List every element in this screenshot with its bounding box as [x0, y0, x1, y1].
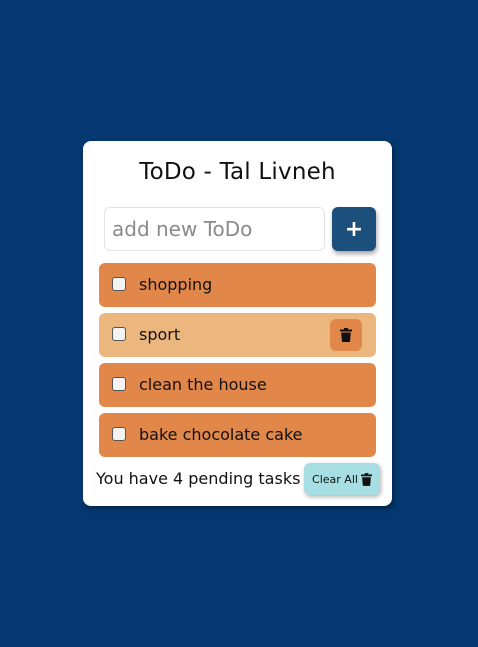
delete-task-button[interactable] [330, 319, 362, 351]
task-item[interactable]: clean the house [99, 363, 376, 407]
task-checkbox[interactable] [112, 327, 126, 341]
trash-icon [340, 328, 352, 342]
trash-icon [360, 472, 372, 486]
task-checkbox[interactable] [112, 427, 126, 441]
app-title: ToDo - Tal Livneh [139, 159, 336, 185]
task-item[interactable]: sport [99, 313, 376, 357]
add-todo-button[interactable]: + [332, 207, 376, 251]
task-item[interactable]: shopping [99, 263, 376, 307]
task-item[interactable]: bake chocolate cake [99, 413, 376, 457]
task-checkbox[interactable] [112, 277, 126, 291]
todo-card: ToDo - Tal Livneh + shopping sport clean… [83, 141, 392, 506]
task-label: clean the house [139, 375, 267, 394]
task-label: bake chocolate cake [139, 425, 303, 444]
task-label: sport [139, 325, 181, 344]
clear-all-label: Clear All [312, 472, 358, 486]
pending-count-text: You have 4 pending tasks [96, 469, 301, 488]
new-todo-input[interactable] [104, 207, 325, 251]
task-checkbox[interactable] [112, 377, 126, 391]
task-label: shopping [139, 275, 213, 294]
clear-all-button[interactable]: Clear All [304, 463, 380, 495]
